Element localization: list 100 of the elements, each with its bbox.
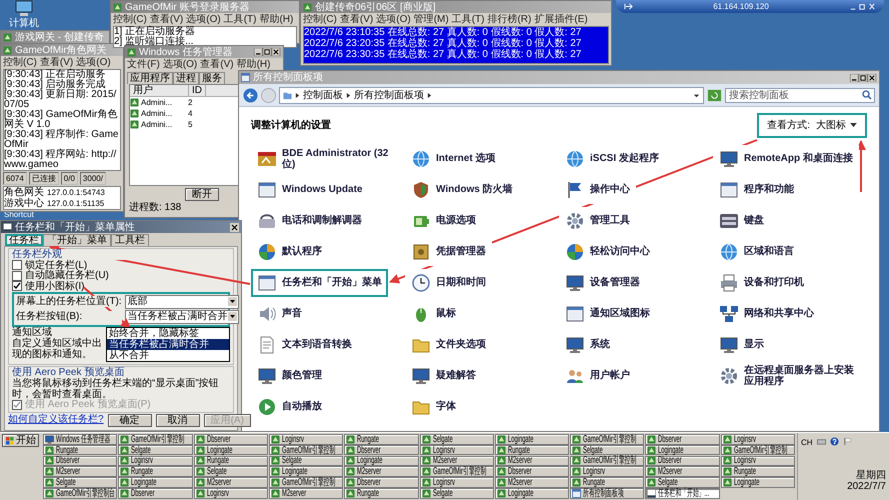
taskbar-button[interactable]: GameOfMir引擎控制 xyxy=(570,456,644,466)
taskbar-button[interactable]: Dbserver xyxy=(494,466,570,477)
taskbar-button[interactable]: Dbserver xyxy=(344,477,418,488)
taskbar-button[interactable]: Selgate xyxy=(194,466,268,477)
computer-icon[interactable] xyxy=(14,0,34,18)
taskbar-button[interactable]: Dbserver xyxy=(118,488,193,499)
window-controls-icon[interactable] xyxy=(850,74,877,82)
start-button[interactable]: 开始 xyxy=(2,434,39,447)
taskbar-button[interactable]: Loginsrv xyxy=(420,477,494,488)
menu-item[interactable]: 选项(O) xyxy=(186,14,221,24)
taskbar-button[interactable]: M2server xyxy=(344,466,418,477)
help-link[interactable]: 如何自定义该任务栏? xyxy=(8,414,104,425)
tab[interactable]: 应用程序 xyxy=(127,72,173,84)
menu-item[interactable]: 选项(O) xyxy=(76,56,111,68)
taskbar-button[interactable]: Selgate xyxy=(645,477,720,488)
pin-icon[interactable] xyxy=(624,2,633,11)
taskbar-button[interactable]: Dbserver xyxy=(194,434,268,444)
chevron-icon[interactable] xyxy=(427,90,432,100)
taskbar-button[interactable]: GameOfMir引擎控制 xyxy=(118,434,193,444)
taskbar-button[interactable]: M2server xyxy=(420,456,494,466)
checkbox-label[interactable]: 使用小图标(I) xyxy=(25,280,84,292)
taskbar-button[interactable]: 所有控制面板项 xyxy=(570,488,644,499)
taskbar-button[interactable]: Loginsrv xyxy=(268,434,344,444)
menu-item[interactable]: 选项(O) xyxy=(376,14,411,24)
menu-item[interactable]: 帮助(H) xyxy=(259,14,294,24)
tab[interactable]: 进程 xyxy=(173,72,199,84)
dropdown-option[interactable]: 从不合并 xyxy=(107,350,229,360)
taskbar-button[interactable]: Dbserver xyxy=(43,456,118,466)
taskbar-button[interactable]: 任务栏和「开始」... xyxy=(645,488,720,499)
keyboard-icon[interactable] xyxy=(816,437,826,446)
checkbox[interactable] xyxy=(12,281,22,292)
menu-item[interactable]: 控制(C) xyxy=(303,14,337,24)
breadcrumb-link[interactable]: 控制面板 xyxy=(303,90,343,100)
checkbox[interactable] xyxy=(12,270,22,281)
address-bar[interactable]: 控制面板 所有控制面板项 xyxy=(279,86,704,104)
dropdown[interactable]: 底部 xyxy=(124,294,239,308)
taskbar-button[interactable]: Dbserver xyxy=(645,456,720,466)
taskbar-button[interactable]: Loginsrv xyxy=(420,444,494,456)
desktop-icon-label[interactable]: Shortcut xyxy=(4,210,34,219)
control-panel-link[interactable]: 任务栏和「开始」菜单 xyxy=(251,268,388,296)
taskbar-button[interactable]: M2server xyxy=(194,477,268,488)
taskbar-button[interactable]: Rungate xyxy=(570,477,644,488)
taskbar-button[interactable]: Selgate xyxy=(420,434,494,444)
taskbar-button[interactable]: Logingate xyxy=(494,488,570,499)
language-indicator[interactable]: CH xyxy=(801,437,813,448)
dropdown-option[interactable]: 当任务栏被占满时合并 xyxy=(107,338,229,350)
flag-icon[interactable] xyxy=(842,437,852,446)
taskbar-button[interactable]: Dbserver xyxy=(344,444,418,456)
clock-day[interactable]: 星期四 xyxy=(856,470,886,481)
menu-item[interactable]: 查看(V) xyxy=(340,14,374,24)
help-icon[interactable] xyxy=(830,437,839,446)
menu-item[interactable]: 扩展插件(E) xyxy=(534,14,588,24)
taskbar-button[interactable]: Logingate xyxy=(194,444,268,456)
menu-item[interactable]: 控制(C) xyxy=(113,14,147,24)
menu-item[interactable]: 查看(V) xyxy=(40,56,74,68)
window-controls-icon[interactable] xyxy=(849,2,876,11)
taskbar-button[interactable]: Loginsrv xyxy=(194,488,268,499)
taskbar-button[interactable]: Rungate xyxy=(118,466,193,477)
dropdown[interactable]: 当任务栏被占满时合并 xyxy=(124,310,239,324)
dialog-button[interactable]: 取消 xyxy=(156,414,200,427)
taskbar-button[interactable]: GameOfMir引擎控制 xyxy=(720,444,795,456)
menu-item[interactable]: 工具(T) xyxy=(224,14,256,24)
taskbar-button[interactable]: Selgate xyxy=(43,477,118,488)
taskbar-button[interactable]: Rungate xyxy=(344,488,418,499)
tab[interactable]: 「开始」菜单 xyxy=(43,234,111,246)
taskbar-button[interactable]: Rungate xyxy=(194,456,268,466)
taskbar-button[interactable]: M2server xyxy=(494,477,570,488)
taskbar-button[interactable]: Windows 任务管理器 xyxy=(43,434,118,444)
menu-item[interactable]: 选项(O) xyxy=(162,58,198,70)
menu-item[interactable]: 帮助(H) xyxy=(236,58,270,70)
checkbox-label[interactable]: 锁定任务栏(L) xyxy=(25,260,88,271)
checkbox[interactable] xyxy=(12,260,22,270)
taskbar-button[interactable]: Logingate xyxy=(118,477,193,488)
menu-item[interactable]: 控制(C) xyxy=(3,56,37,68)
taskbar-button[interactable]: Rungate xyxy=(494,444,570,456)
taskbar-button[interactable]: Loginsrv xyxy=(118,456,193,466)
chevron-icon[interactable] xyxy=(346,90,351,100)
refresh-button[interactable] xyxy=(707,88,722,102)
taskbar-button[interactable]: GameOfMir引擎控制台 xyxy=(43,488,118,499)
taskbar-button[interactable]: Rungate xyxy=(720,466,795,477)
taskbar-button[interactable]: M2server xyxy=(268,488,344,499)
taskbar-button[interactable]: Logingate xyxy=(720,477,795,488)
tab[interactable]: 服务 xyxy=(199,72,225,84)
taskbar-button[interactable]: M2server xyxy=(494,456,570,466)
taskbar-button[interactable]: M2server xyxy=(43,466,118,477)
search-box[interactable]: 搜索控制面板 xyxy=(725,88,875,102)
taskbar-button[interactable]: GameOfMir引擎控制 xyxy=(268,477,344,488)
taskbar-button[interactable]: Rungate xyxy=(344,434,418,444)
taskbar-button[interactable]: Loginsrv xyxy=(720,456,795,466)
menu-item[interactable]: 文件(F) xyxy=(127,58,160,70)
taskbar-button[interactable]: M2server xyxy=(645,466,720,477)
taskbar-button[interactable]: Selgate xyxy=(420,488,494,499)
taskbar-button[interactable]: GameOfMir引擎控制 xyxy=(420,466,494,477)
taskbar-button[interactable]: Selgate xyxy=(268,456,344,466)
menu-item[interactable]: 工具(T) xyxy=(452,14,484,24)
taskbar-button[interactable]: GameOfMir引擎控制 xyxy=(570,434,644,444)
taskbar-button[interactable]: Dbserver xyxy=(645,434,720,444)
back-button[interactable] xyxy=(243,88,258,102)
menu-item[interactable]: 管理(M) xyxy=(414,14,449,24)
view-dropdown[interactable]: 大图标 xyxy=(816,120,857,130)
